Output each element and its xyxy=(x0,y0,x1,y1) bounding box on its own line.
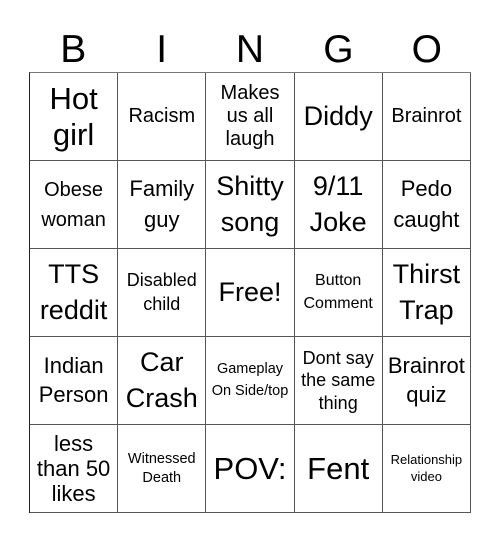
header-letter-i: I xyxy=(156,28,168,71)
bingo-grid: Hot girl Racism Makes us all laugh Diddy… xyxy=(29,72,471,513)
bingo-cell[interactable]: Racism xyxy=(118,73,207,161)
cell-label: 9/11 Joke xyxy=(309,171,367,237)
bingo-cell[interactable]: Thirst Trap xyxy=(382,249,471,337)
cell-label: Gameplay On Side/top xyxy=(211,361,289,399)
bingo-cell[interactable]: Witnessed Death xyxy=(118,425,207,513)
cell-label: Shitty song xyxy=(216,171,284,237)
bingo-cell[interactable]: Family guy xyxy=(118,161,207,249)
cell-label: Button Comment xyxy=(303,272,373,312)
bingo-header: B I N G O xyxy=(29,28,471,72)
bingo-cell[interactable]: 9/11 Joke xyxy=(294,161,383,249)
bingo-cell[interactable]: Obese woman xyxy=(30,161,119,249)
cell-label: Witnessed Death xyxy=(127,450,196,486)
bingo-cell[interactable]: Makes us all laugh xyxy=(206,73,295,161)
cell-label: Relationship video xyxy=(390,451,463,484)
cell-label: Fent xyxy=(307,450,370,486)
bingo-cell[interactable]: Dont say the same thing xyxy=(294,337,383,425)
bingo-cell[interactable]: Fent xyxy=(294,425,383,513)
bingo-cell[interactable]: Pedo caught xyxy=(382,161,471,249)
cell-label: Car Crash xyxy=(125,347,198,413)
cell-label: Hot girl xyxy=(49,80,98,152)
cell-label: Diddy xyxy=(303,100,373,131)
bingo-cell[interactable]: Button Comment xyxy=(294,249,383,337)
cell-label: Obese woman xyxy=(41,178,106,231)
bingo-cell[interactable]: Disabled child xyxy=(118,249,207,337)
cell-label: Disabled child xyxy=(126,270,197,314)
cell-label: less than 50 likes xyxy=(36,430,111,507)
cell-label: Pedo caught xyxy=(393,175,460,232)
bingo-cell[interactable]: POV: xyxy=(206,425,295,513)
free-space-cell[interactable]: Free! xyxy=(206,249,295,337)
cell-label: Brainrot quiz xyxy=(387,352,465,407)
cell-label: Makes us all laugh xyxy=(220,82,280,150)
cell-label: Thirst Trap xyxy=(392,259,461,325)
bingo-cell[interactable]: Brainrot quiz xyxy=(382,337,471,425)
cell-label: Family guy xyxy=(129,175,195,232)
bingo-cell[interactable]: Indian Person xyxy=(30,337,119,425)
bingo-cell[interactable]: Diddy xyxy=(294,73,383,161)
cell-label: Brainrot xyxy=(391,105,462,127)
header-letter-o: O xyxy=(411,28,442,71)
free-space-label: Free! xyxy=(218,276,282,307)
cell-label: Dont say the same thing xyxy=(301,347,376,413)
cell-label: Racism xyxy=(128,105,196,127)
bingo-cell[interactable]: less than 50 likes xyxy=(30,425,119,513)
bingo-cell[interactable]: Shitty song xyxy=(206,161,295,249)
cell-label: TTS reddit xyxy=(39,259,108,325)
bingo-cell[interactable]: Car Crash xyxy=(118,337,207,425)
header-letter-b: B xyxy=(60,28,87,71)
header-letter-g: G xyxy=(323,28,354,71)
bingo-cell[interactable]: Brainrot xyxy=(382,73,471,161)
bingo-cell[interactable]: Hot girl xyxy=(30,73,119,161)
bingo-cell[interactable]: Relationship video xyxy=(382,425,471,513)
cell-label: POV: xyxy=(213,450,287,486)
bingo-cell[interactable]: TTS reddit xyxy=(30,249,119,337)
cell-label: Indian Person xyxy=(38,352,109,407)
header-letter-n: N xyxy=(235,28,265,71)
bingo-cell[interactable]: Gameplay On Side/top xyxy=(206,337,295,425)
